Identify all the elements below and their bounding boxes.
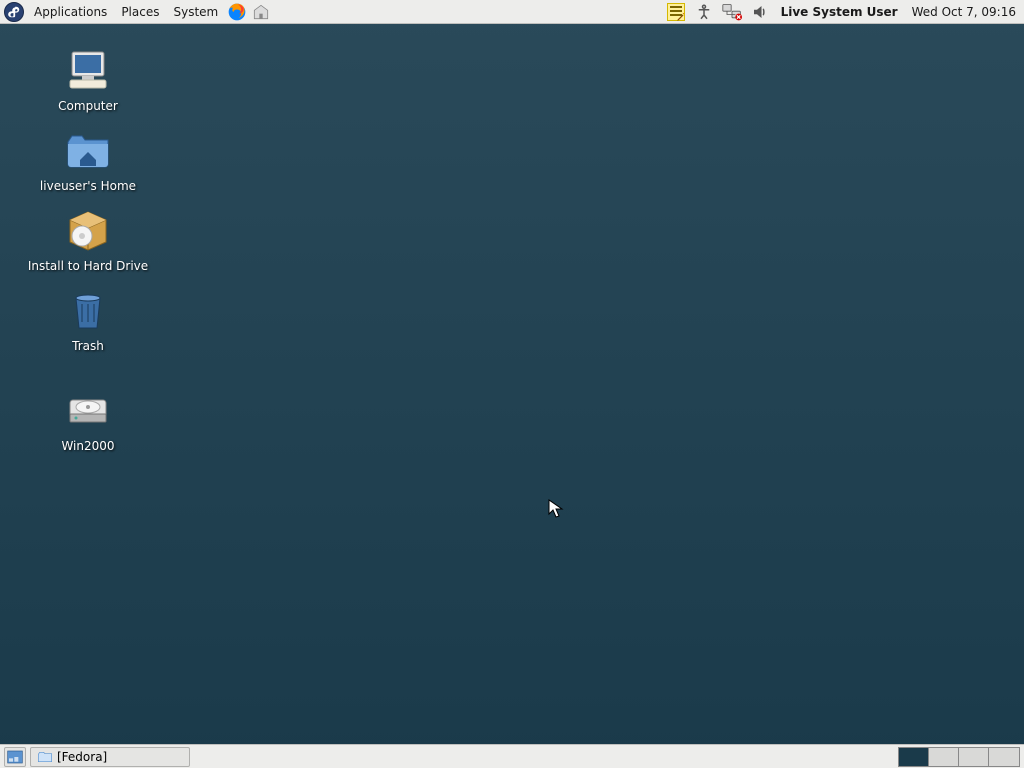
firefox-launcher-icon[interactable] [226, 1, 248, 23]
workspace-switcher[interactable] [898, 747, 1020, 767]
desktop-icon-label: Win2000 [58, 438, 117, 454]
menu-system[interactable]: System [167, 2, 224, 22]
bottom-panel: [Fedora] [0, 744, 1024, 768]
menu-places[interactable]: Places [115, 2, 165, 22]
desktop-icon-label: Trash [69, 338, 107, 354]
top-panel: Applications Places System [0, 0, 1024, 24]
mouse-cursor-icon [548, 499, 564, 519]
workspace-3[interactable] [959, 748, 989, 766]
clock-label[interactable]: Wed Oct 7, 09:16 [908, 5, 1020, 19]
menu-applications[interactable]: Applications [28, 2, 113, 22]
taskbar-item-label: [Fedora] [57, 750, 107, 764]
show-desktop-button[interactable] [4, 747, 26, 767]
notes-tray-icon[interactable] [665, 1, 687, 23]
workspace-1[interactable] [899, 748, 929, 766]
install-package-icon [64, 206, 112, 254]
folder-icon [37, 750, 53, 764]
taskbar-item-fedora[interactable]: [Fedora] [30, 747, 190, 767]
user-label[interactable]: Live System User [777, 5, 902, 19]
nautilus-launcher-icon[interactable] [250, 1, 272, 23]
desktop-icon-install[interactable]: Install to Hard Drive [18, 206, 158, 274]
home-folder-icon [64, 126, 112, 174]
desktop-icon-trash[interactable]: Trash [18, 286, 158, 354]
fedora-logo-icon[interactable] [4, 2, 24, 22]
desktop-icon-label: liveuser's Home [37, 178, 139, 194]
computer-icon [64, 46, 112, 94]
desktop-icon-win2000[interactable]: Win2000 [18, 386, 158, 454]
accessibility-tray-icon[interactable] [693, 1, 715, 23]
harddrive-icon [64, 386, 112, 434]
network-tray-icon[interactable] [721, 1, 743, 23]
trash-icon [64, 286, 112, 334]
desktop-icon-label: Computer [55, 98, 121, 114]
desktop-area[interactable]: Computer liveuser's Home Install to Hard… [0, 24, 1024, 744]
volume-tray-icon[interactable] [749, 1, 771, 23]
desktop-icon-label: Install to Hard Drive [25, 258, 151, 274]
workspace-2[interactable] [929, 748, 959, 766]
desktop-icon-home[interactable]: liveuser's Home [18, 126, 158, 194]
desktop-icon-computer[interactable]: Computer [18, 46, 158, 114]
workspace-4[interactable] [989, 748, 1019, 766]
